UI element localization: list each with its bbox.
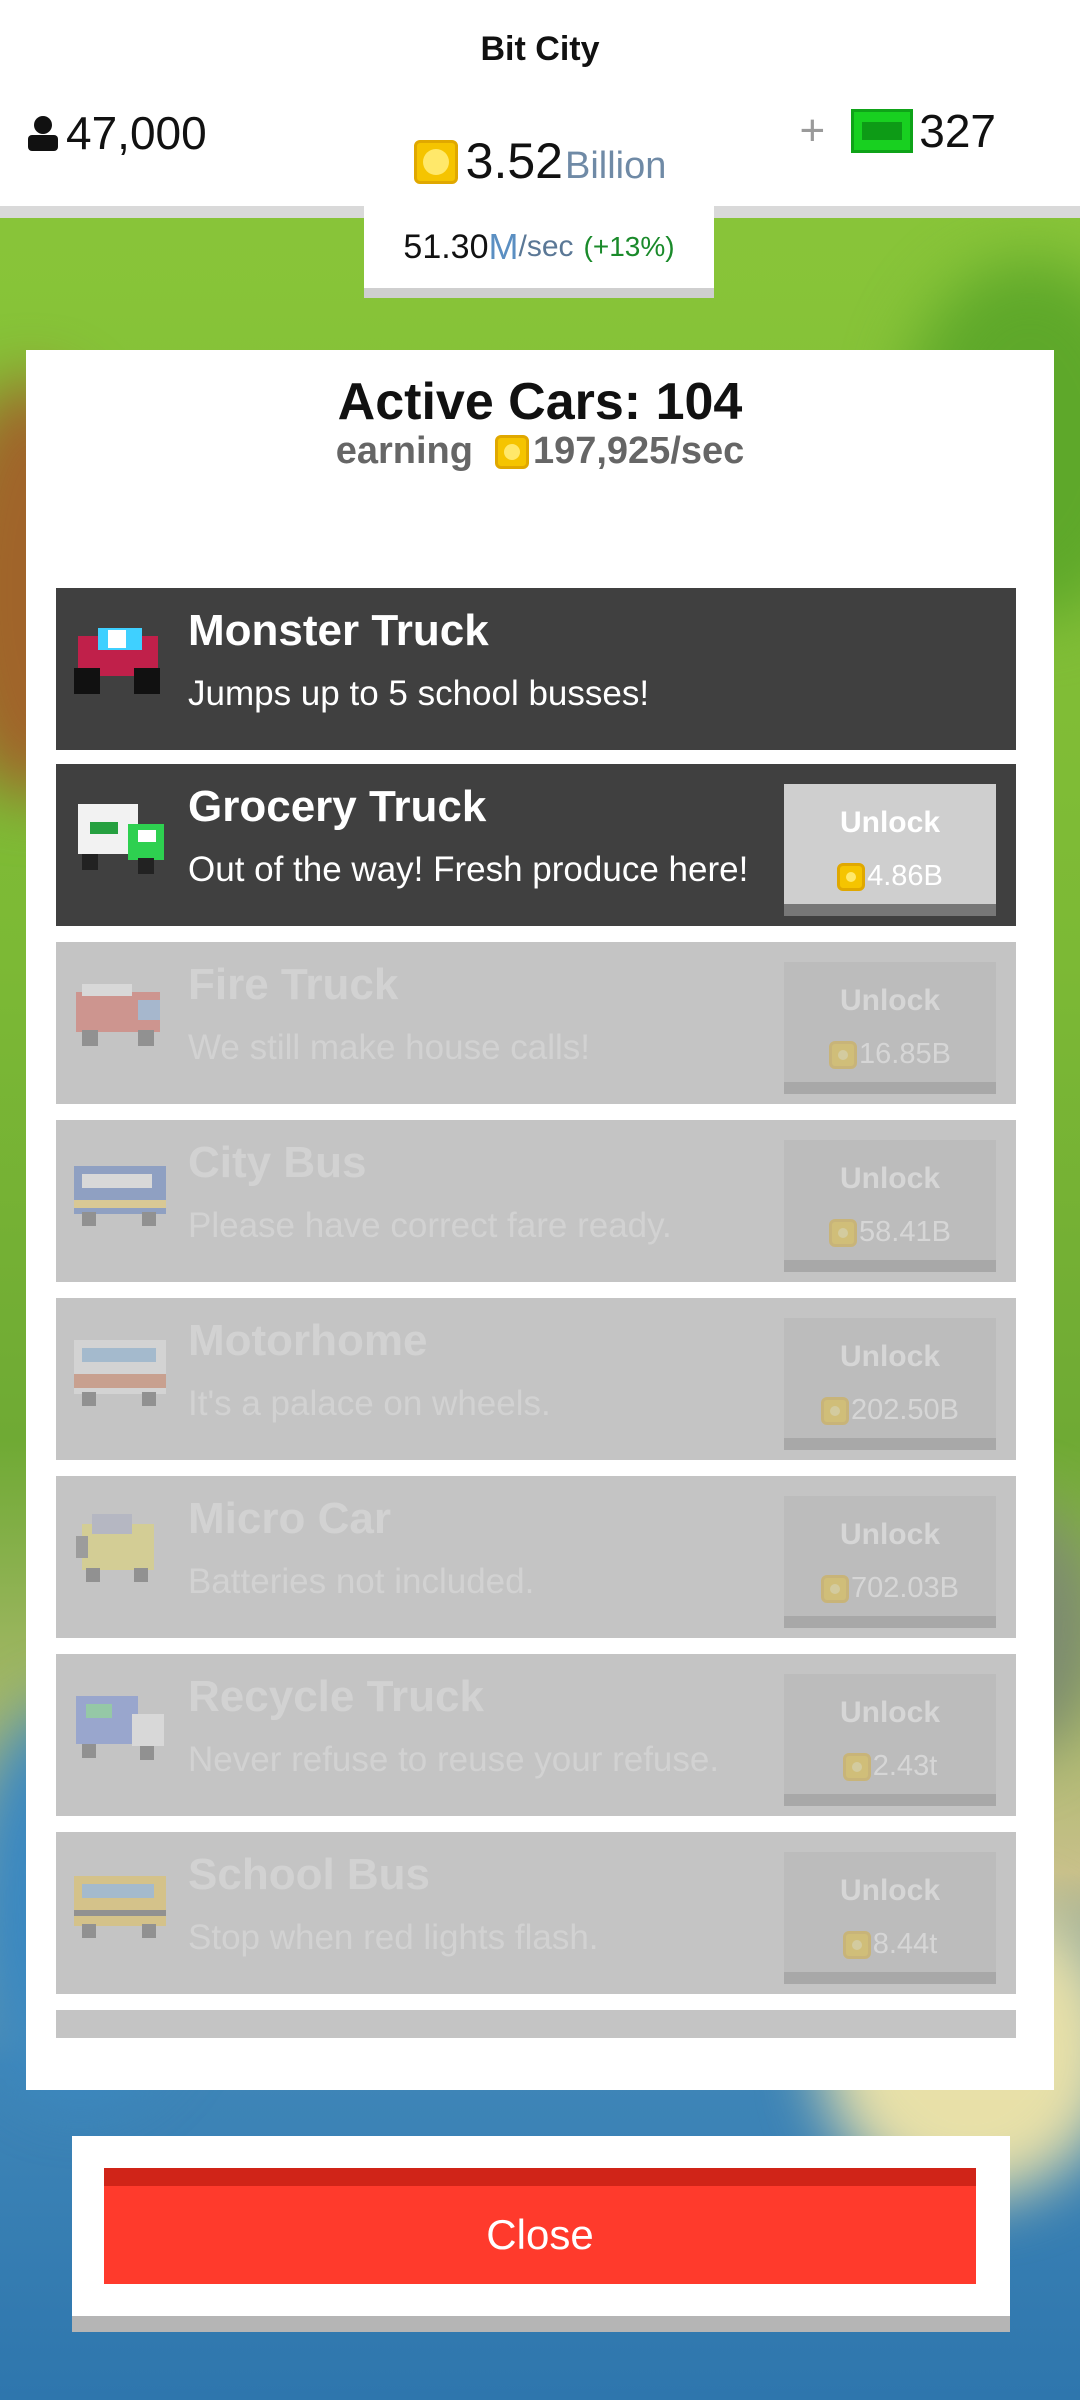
- vehicle-description: Batteries not included.: [188, 1562, 535, 1601]
- vehicle-row-city-bus[interactable]: City Bus Please have correct fare ready.…: [56, 1120, 1016, 1282]
- unlock-button[interactable]: Unlock 4.86B: [784, 784, 996, 916]
- unlock-price: 202.50B: [784, 1394, 996, 1427]
- bux-amount: 327: [919, 105, 996, 157]
- coin-icon: [820, 1574, 849, 1603]
- price-value: 58.41B: [859, 1216, 951, 1248]
- unlock-price: 58.41B: [784, 1216, 996, 1249]
- unlock-button[interactable]: Unlock 16.85B: [784, 962, 996, 1094]
- unlock-price: 4.86B: [784, 860, 996, 893]
- active-cars-panel: Active Cars: 104 earning 197,925/sec Mon…: [26, 350, 1054, 2090]
- vehicle-row-school-bus[interactable]: School Bus Stop when red lights flash. U…: [56, 1832, 1016, 1994]
- unlock-price: 8.44t: [784, 1928, 996, 1961]
- coin-amount: 3.52: [465, 133, 563, 189]
- bux-balance[interactable]: + 327: [800, 104, 996, 158]
- price-value: 202.50B: [850, 1394, 960, 1426]
- add-bux-button[interactable]: +: [800, 106, 826, 156]
- vehicle-row-micro-car[interactable]: Micro Car Batteries not included. Unlock…: [56, 1476, 1016, 1638]
- vehicle-name: City Bus: [188, 1138, 367, 1187]
- coin-icon: [413, 140, 458, 184]
- top-status-bar: Bit City 47,000 3.52 Billion + 327: [0, 0, 1080, 218]
- coin-icon: [842, 1930, 871, 1959]
- unlock-price: 702.03B: [784, 1572, 996, 1605]
- unlock-price: 16.85B: [784, 1038, 996, 1071]
- vehicle-name: Grocery Truck: [188, 782, 487, 831]
- coin-icon: [494, 434, 529, 469]
- unlock-label: Unlock: [839, 1874, 941, 1907]
- monster-truck-icon: [74, 628, 160, 694]
- close-button-container: Close: [72, 2136, 1010, 2332]
- unlock-label: Unlock: [839, 806, 941, 839]
- vehicle-description: We still make house calls!: [188, 1028, 591, 1067]
- earning-value: 197,925/sec: [532, 430, 745, 472]
- vehicle-name: Motorhome: [188, 1316, 428, 1365]
- vehicle-row-grocery-truck[interactable]: Grocery Truck Out of the way! Fresh prod…: [56, 764, 1016, 926]
- close-button[interactable]: Close: [104, 2168, 976, 2284]
- vehicle-name: School Bus: [188, 1850, 431, 1899]
- vehicle-row-monster-truck[interactable]: Monster Truck Jumps up to 5 school busse…: [56, 588, 1016, 750]
- vehicle-row-fire-truck[interactable]: Fire Truck We still make house calls! Un…: [56, 942, 1016, 1104]
- vehicle-list[interactable]: Monster Truck Jumps up to 5 school busse…: [56, 588, 1016, 2038]
- vehicle-name: Fire Truck: [188, 960, 399, 1009]
- unlock-button[interactable]: Unlock 202.50B: [784, 1318, 996, 1450]
- unlock-label: Unlock: [839, 1518, 941, 1551]
- city-bus-icon: [74, 1166, 166, 1226]
- unlock-button[interactable]: Unlock 8.44t: [784, 1852, 996, 1984]
- price-value: 4.86B: [867, 860, 943, 892]
- rate-number: 51.30: [403, 227, 489, 266]
- micro-car-icon: [76, 1514, 154, 1582]
- unlock-button[interactable]: Unlock 702.03B: [784, 1496, 996, 1628]
- coin-icon: [837, 862, 866, 891]
- grocery-truck-icon: [78, 804, 164, 874]
- fire-truck-icon: [76, 984, 160, 1046]
- earning-label: earning: [335, 430, 473, 472]
- vehicle-name: Monster Truck: [188, 606, 489, 655]
- vehicle-name: Recycle Truck: [188, 1672, 484, 1721]
- motorhome-icon: [74, 1340, 166, 1406]
- vehicle-description: Jumps up to 5 school busses!: [188, 674, 650, 713]
- vehicle-description: It's a palace on wheels.: [188, 1384, 551, 1423]
- vehicle-description: Out of the way! Fresh produce here!: [188, 850, 749, 889]
- unlock-label: Unlock: [839, 1340, 941, 1373]
- panel-title: Active Cars: 104: [337, 373, 743, 431]
- recycle-truck-icon: [76, 1696, 164, 1760]
- income-rate-tab: 51.30 M /sec (+13%): [364, 206, 714, 298]
- unlock-button[interactable]: Unlock 2.43t: [784, 1674, 996, 1806]
- unlock-label: Unlock: [839, 1696, 941, 1729]
- unlock-price: 2.43t: [784, 1750, 996, 1783]
- coin-icon: [829, 1040, 858, 1069]
- school-bus-icon: [74, 1876, 166, 1938]
- unlock-label: Unlock: [839, 984, 941, 1017]
- vehicle-description: Stop when red lights flash.: [188, 1918, 599, 1957]
- cash-icon: [851, 109, 914, 153]
- vehicle-description: Never refuse to reuse your refuse.: [188, 1740, 720, 1779]
- vehicle-row-recycle-truck[interactable]: Recycle Truck Never refuse to reuse your…: [56, 1654, 1016, 1816]
- price-value: 702.03B: [850, 1572, 960, 1604]
- rate-unit: M: [488, 226, 519, 267]
- coin-unit: Billion: [564, 145, 667, 187]
- unlock-button[interactable]: Unlock 58.41B: [784, 1140, 996, 1272]
- rate-bonus: (+13%): [583, 231, 675, 262]
- city-name: Bit City: [480, 30, 600, 68]
- rate-per: /sec: [518, 230, 574, 263]
- vehicle-row-motorhome[interactable]: Motorhome It's a palace on wheels. Unloc…: [56, 1298, 1016, 1460]
- vehicle-row-partial[interactable]: [56, 2010, 1016, 2038]
- coin-icon: [820, 1396, 849, 1425]
- coin-icon: [842, 1752, 871, 1781]
- price-value: 16.85B: [859, 1038, 951, 1070]
- price-value: 2.43t: [872, 1750, 938, 1782]
- vehicle-description: Please have correct fare ready.: [188, 1206, 672, 1245]
- vehicle-name: Micro Car: [188, 1494, 391, 1543]
- earning-summary: earning 197,925/sec: [26, 430, 1054, 473]
- unlock-label: Unlock: [839, 1162, 941, 1195]
- price-value: 8.44t: [872, 1928, 938, 1960]
- coin-icon: [829, 1218, 858, 1247]
